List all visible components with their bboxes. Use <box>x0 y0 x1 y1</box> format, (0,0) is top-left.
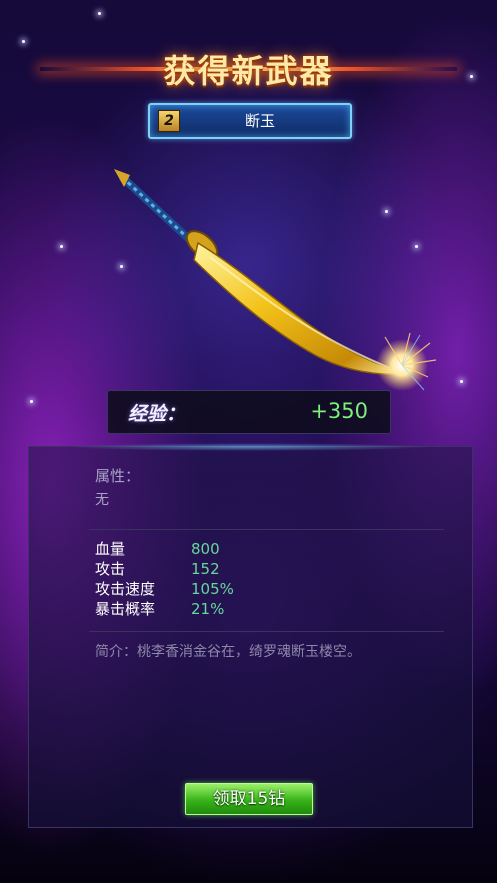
stat-value-crit-rate: 21% <box>191 600 225 618</box>
stat-value-attack: 152 <box>191 560 220 578</box>
star <box>460 380 463 383</box>
page-title: 获得新武器 <box>163 52 334 90</box>
attributes-value: 无 <box>95 492 109 508</box>
panel-glow <box>69 443 432 451</box>
stat-name-hp: 血量 <box>95 540 126 558</box>
stat-name-attack-speed: 攻击速度 <box>95 580 156 598</box>
divider <box>89 529 444 530</box>
divider <box>89 631 444 632</box>
star <box>30 400 33 403</box>
stat-name-crit-rate: 暴击概率 <box>95 600 156 618</box>
exp-value: +350 <box>310 399 368 423</box>
star <box>60 245 63 248</box>
star <box>98 12 101 15</box>
grade-badge: 2 <box>158 110 180 132</box>
exp-label: 经验： <box>128 403 186 425</box>
stat-value-attack-speed: 105% <box>191 580 234 598</box>
attributes-label: 属性： <box>95 467 141 485</box>
weapon-info-panel: 属性： 无 血量 800 攻击 152 攻击速度 105% 暴击概率 21% 简… <box>28 443 473 828</box>
weapon-name-plate: 2 断玉 <box>148 103 352 139</box>
weapon-description: 简介：桃李香消金谷在，绮罗魂断玉楼空。 <box>95 644 361 660</box>
claim-reward-button[interactable]: 领取15钻 <box>185 783 313 815</box>
sword-weapon-image <box>114 169 437 391</box>
weapon-name: 断玉 <box>244 112 275 130</box>
exp-bar: 经验： +350 <box>107 390 391 434</box>
stat-value-hp: 800 <box>191 540 220 558</box>
title-banner: 获得新武器 <box>0 42 497 92</box>
stat-name-attack: 攻击 <box>95 560 126 578</box>
